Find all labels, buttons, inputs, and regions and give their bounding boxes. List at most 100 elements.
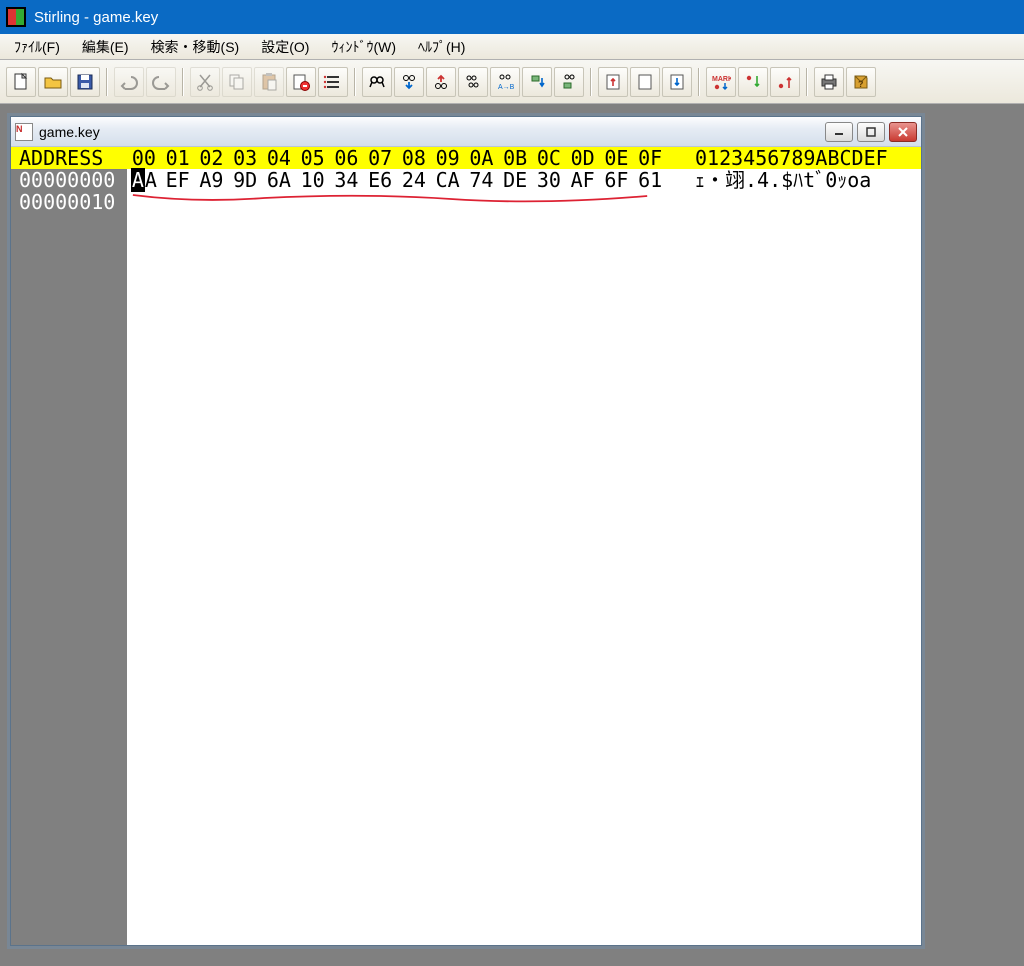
menu-file[interactable]: ﾌｧｲﾙ(F) bbox=[4, 34, 70, 60]
hex-body[interactable]: 00000000 00000010 AA EF bbox=[11, 169, 921, 945]
data-row-0[interactable]: AA EF A9 9D 6A 10 34 E6 24 CA 74 bbox=[127, 169, 921, 191]
addr-row-0: 00000000 bbox=[19, 169, 127, 191]
replace-down-button[interactable] bbox=[522, 67, 552, 97]
byte-05[interactable]: 10 bbox=[296, 169, 330, 191]
maximize-button[interactable] bbox=[857, 122, 885, 142]
svg-text:?: ? bbox=[858, 79, 864, 89]
menu-edit[interactable]: 編集(E) bbox=[72, 34, 139, 60]
col-06: 06 bbox=[330, 147, 364, 169]
print-button[interactable] bbox=[814, 67, 844, 97]
close-button[interactable] bbox=[889, 122, 917, 142]
replace-range-button[interactable]: A→B bbox=[490, 67, 520, 97]
ascii-gap bbox=[667, 147, 695, 169]
menu-settings[interactable]: 設定(O) bbox=[251, 34, 319, 60]
find-all-button[interactable] bbox=[458, 67, 488, 97]
cut-button[interactable] bbox=[190, 67, 220, 97]
undo-button[interactable] bbox=[114, 67, 144, 97]
titlebar[interactable]: Stirling - game.key bbox=[0, 0, 1024, 34]
window-controls bbox=[825, 122, 917, 142]
file-icon bbox=[15, 123, 33, 141]
byte-0c[interactable]: 30 bbox=[532, 169, 566, 191]
col-0e: 0E bbox=[600, 147, 634, 169]
delete-button[interactable] bbox=[286, 67, 316, 97]
col-01: 01 bbox=[161, 147, 195, 169]
toolbar-separator bbox=[590, 68, 592, 96]
find-button[interactable] bbox=[362, 67, 392, 97]
app-icon bbox=[6, 7, 26, 27]
address-strip: 00000000 00000010 bbox=[11, 169, 127, 945]
list-button[interactable] bbox=[318, 67, 348, 97]
address-header: ADDRESS bbox=[11, 147, 127, 169]
titlebar-text: Stirling - game.key bbox=[34, 9, 158, 26]
col-0d: 0D bbox=[566, 147, 600, 169]
menu-help[interactable]: ﾍﾙﾌﾟ(H) bbox=[408, 34, 475, 60]
col-05: 05 bbox=[296, 147, 330, 169]
hex-bytes-row-0[interactable]: AA EF A9 9D 6A 10 34 E6 24 CA 74 bbox=[127, 169, 667, 191]
hex-columns-header: 00 01 02 03 04 05 06 07 08 09 0A 0B 0C 0… bbox=[127, 147, 667, 169]
child-title: game.key bbox=[39, 124, 100, 140]
bookmark-mark-button[interactable]: MARK bbox=[706, 67, 736, 97]
col-07: 07 bbox=[363, 147, 397, 169]
menu-window[interactable]: ｳｨﾝﾄﾞｳ(W) bbox=[321, 34, 406, 60]
col-0c: 0C bbox=[532, 147, 566, 169]
bookmark-next-button[interactable] bbox=[738, 67, 768, 97]
toolbar-separator bbox=[698, 68, 700, 96]
byte-01[interactable]: EF bbox=[161, 169, 195, 191]
new-button[interactable] bbox=[6, 67, 36, 97]
child-titlebar[interactable]: game.key bbox=[11, 117, 921, 147]
ascii-header: 0123456789ABCDEF bbox=[695, 147, 921, 169]
toolbar: A→B MARK ? bbox=[0, 60, 1024, 104]
byte-06[interactable]: 34 bbox=[330, 169, 364, 191]
menubar: ﾌｧｲﾙ(F) 編集(E) 検索・移動(S) 設定(O) ｳｨﾝﾄﾞｳ(W) ﾍ… bbox=[0, 34, 1024, 60]
col-0f: 0F bbox=[633, 147, 667, 169]
hex-view[interactable]: ADDRESS 00 01 02 03 04 05 06 07 08 09 0A… bbox=[11, 147, 921, 945]
byte-0b[interactable]: DE bbox=[498, 169, 532, 191]
main-window: Stirling - game.key ﾌｧｲﾙ(F) 編集(E) 検索・移動(… bbox=[0, 0, 1024, 966]
page-blank-button[interactable] bbox=[630, 67, 660, 97]
col-0a: 0A bbox=[465, 147, 499, 169]
help-button[interactable]: ? bbox=[846, 67, 876, 97]
col-04: 04 bbox=[262, 147, 296, 169]
hex-header-row: ADDRESS 00 01 02 03 04 05 06 07 08 09 0A… bbox=[11, 147, 921, 169]
replace-up-button[interactable] bbox=[554, 67, 584, 97]
byte-04[interactable]: 6A bbox=[262, 169, 296, 191]
find-up-button[interactable] bbox=[426, 67, 456, 97]
redo-button[interactable] bbox=[146, 67, 176, 97]
toolbar-separator bbox=[182, 68, 184, 96]
col-03: 03 bbox=[228, 147, 262, 169]
byte-07[interactable]: E6 bbox=[363, 169, 397, 191]
svg-text:MARK: MARK bbox=[712, 76, 731, 83]
byte-0f[interactable]: 61 bbox=[633, 169, 667, 191]
addr-row-1: 00000010 bbox=[19, 191, 127, 213]
page-up-button[interactable] bbox=[598, 67, 628, 97]
bookmark-prev-button[interactable] bbox=[770, 67, 800, 97]
toolbar-separator bbox=[106, 68, 108, 96]
data-area[interactable]: AA EF A9 9D 6A 10 34 E6 24 CA 74 bbox=[127, 169, 921, 945]
byte-02[interactable]: A9 bbox=[195, 169, 229, 191]
menu-search[interactable]: 検索・移動(S) bbox=[141, 34, 250, 60]
byte-0e[interactable]: 6F bbox=[600, 169, 634, 191]
ascii-gap bbox=[667, 169, 695, 191]
open-button[interactable] bbox=[38, 67, 68, 97]
paste-button[interactable] bbox=[254, 67, 284, 97]
byte-09[interactable]: CA bbox=[431, 169, 465, 191]
ascii-row-0[interactable]: ｪ・翊.4.$ﾊtﾞ0ｯoa bbox=[695, 169, 921, 191]
col-02: 02 bbox=[195, 147, 229, 169]
byte-00[interactable]: AA bbox=[127, 169, 161, 191]
svg-text:A→B: A→B bbox=[498, 84, 515, 91]
minimize-button[interactable] bbox=[825, 122, 853, 142]
mdi-area: game.key ADDRESS 00 01 02 03 04 bbox=[0, 104, 1024, 966]
byte-0d[interactable]: AF bbox=[566, 169, 600, 191]
byte-08[interactable]: 24 bbox=[397, 169, 431, 191]
copy-button[interactable] bbox=[222, 67, 252, 97]
page-down-button[interactable] bbox=[662, 67, 692, 97]
byte-03[interactable]: 9D bbox=[228, 169, 262, 191]
byte-0a[interactable]: 74 bbox=[465, 169, 499, 191]
col-00: 00 bbox=[127, 147, 161, 169]
save-button[interactable] bbox=[70, 67, 100, 97]
toolbar-separator bbox=[806, 68, 808, 96]
find-down-button[interactable] bbox=[394, 67, 424, 97]
col-0b: 0B bbox=[498, 147, 532, 169]
child-window[interactable]: game.key ADDRESS 00 01 02 03 04 bbox=[10, 116, 922, 946]
toolbar-separator bbox=[354, 68, 356, 96]
